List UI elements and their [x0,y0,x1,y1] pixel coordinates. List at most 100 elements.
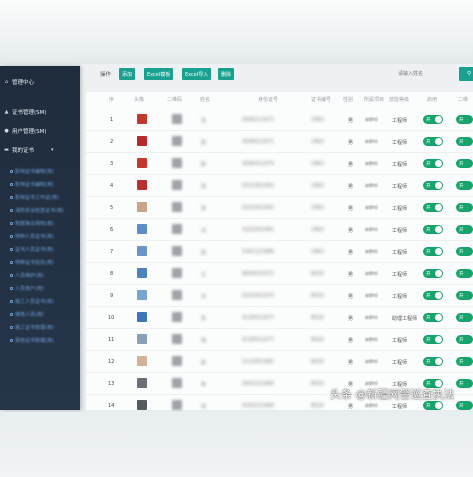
gender: 男 [348,338,354,344]
enable-toggle[interactable]: 开 [423,203,443,212]
qr-code-thumbnail[interactable] [172,356,182,366]
qr-code-thumbnail[interactable] [172,378,182,388]
qr-code-thumbnail[interactable] [172,224,182,234]
add-button[interactable]: 添加 [119,68,136,80]
qr-toggle[interactable]: 开 [456,137,473,146]
sidebar-item-my-certificates[interactable]: ▬ 我的证书 ▾ [4,145,53,155]
enable-toggle[interactable]: 开 [423,401,443,410]
owner: admi [365,271,378,277]
qr-code-thumbnail[interactable] [172,312,182,322]
qr-code-thumbnail[interactable] [172,290,182,300]
toggle-knob [435,314,442,321]
qr-toggle[interactable]: 开 [456,357,473,366]
avatar [137,180,147,190]
enable-toggle[interactable]: 开 [423,181,443,190]
sidebar-subitem[interactable]: 消防安全检查证书(用) [10,206,76,215]
sidebar-subitem[interactable]: 影响证书编制(用) [10,180,76,189]
qr-code-thumbnail[interactable] [172,180,182,190]
qr-toggle[interactable]: 开 [456,379,473,388]
enable-toggle[interactable]: 开 [423,291,443,300]
qr-code-thumbnail[interactable] [172,158,182,168]
qr-code-thumbnail[interactable] [172,114,182,124]
sidebar-item-users[interactable]: ● 用户管理(SM) [4,126,47,136]
column-header: 所属项目 [364,97,385,103]
qr-toggle[interactable]: 开 [456,247,473,256]
qr-toggle[interactable]: 开 [456,203,473,212]
qr-code-thumbnail[interactable] [172,136,182,146]
enable-toggle[interactable]: 开 [423,159,443,168]
toggle-label: 开 [459,139,464,145]
toggle-knob [435,204,442,211]
sidebar-subitem[interactable]: 制度接合场地(用) [10,219,76,228]
enable-toggle[interactable]: 开 [423,225,443,234]
qr-code-thumbnail[interactable] [172,400,182,410]
sidebar-subitem[interactable]: 特种人员证书(用) [10,232,76,241]
qr-toggle[interactable]: 开 [456,291,473,300]
column-header: 序 [109,97,115,103]
row-number: 9 [110,293,114,299]
qr-toggle[interactable]: 开 [456,225,473,234]
sidebar-subitem[interactable]: 人员用户(用) [10,284,76,293]
person-name: 陈 [201,162,207,168]
enable-toggle[interactable]: 开 [423,115,443,124]
qr-toggle[interactable]: 开 [456,313,473,322]
id-number: 4130011977 [242,315,274,321]
enable-toggle[interactable]: 开 [423,269,443,278]
qr-toggle[interactable]: 开 [456,335,473,344]
sidebar-subitem[interactable]: 证书人员证书(用) [10,245,76,254]
sidebar-subitem[interactable]: 影响证书编制(用) [10,167,76,176]
sidebar-subitem[interactable]: 人员维护(用) [10,271,76,280]
gender: 男 [348,250,354,256]
qr-toggle[interactable]: 开 [456,269,473,278]
sidebar-subitem[interactable]: 维修人员(用) [10,310,76,319]
sidebar-item-admin-center[interactable]: ⌂ 管理中心 [4,77,34,87]
toggle-label: 开 [426,403,431,409]
owner: admi [365,139,378,145]
sidebar-subitem[interactable]: 施工证书管理(用) [10,323,76,332]
qr-toggle[interactable]: 开 [456,159,473,168]
id-number: 5002221966 [242,381,274,387]
enable-toggle[interactable]: 开 [423,247,443,256]
skill-level: 工程师 [392,118,408,124]
delete-button[interactable]: 删除 [218,68,235,80]
qr-code-thumbnail[interactable] [172,268,182,278]
enable-toggle[interactable]: 开 [423,137,443,146]
qr-toggle[interactable]: 开 [456,115,473,124]
owner: admi [365,161,378,167]
sidebar-subitem[interactable]: 施工人员证书(用) [10,297,76,306]
avatar [137,334,147,344]
sidebar-subitem[interactable]: 影响证书工作证(用) [10,193,76,202]
folder-icon: ▬ [4,146,9,153]
cert-number: 1963 [311,117,324,123]
row-divider [86,328,473,329]
enable-toggle[interactable]: 开 [423,335,443,344]
qr-code-thumbnail[interactable] [172,334,182,344]
excel-template-button[interactable]: Excel模板 [144,68,174,80]
search-button[interactable]: ⚲ 搜索 [459,67,473,81]
qr-toggle[interactable]: 开 [456,181,473,190]
gender: 男 [348,206,354,212]
toggle-knob [435,138,442,145]
owner: admi [365,205,378,211]
cert-number: 1963 [311,161,324,167]
toggle-label: 开 [426,359,431,365]
column-header: 性别 [343,97,354,103]
person-name: 冯 [201,228,207,234]
enable-toggle[interactable]: 开 [423,357,443,366]
excel-import-button[interactable]: Excel导入 [182,68,212,80]
search-input[interactable]: 请输入姓名 [395,69,455,80]
sidebar-subitem[interactable]: 特种证书信息(用) [10,258,76,267]
enable-toggle[interactable]: 开 [423,313,443,322]
person-name: 任 [201,118,207,124]
row-divider [86,372,473,373]
qr-code-thumbnail[interactable] [172,246,182,256]
skill-level: 工程师 [392,294,408,300]
sidebar-subitem[interactable]: 其他证书管理(用) [10,336,76,345]
qr-toggle[interactable]: 开 [456,401,473,410]
avatar [137,136,147,146]
id-number: 8600031972 [242,271,274,277]
sidebar-item-label: 用户管理(SM) [12,129,47,135]
qr-code-thumbnail[interactable] [172,202,182,212]
sidebar-item-certificates[interactable]: ▲ 证书管理(SM) [4,107,47,117]
owner: admi [365,117,378,123]
